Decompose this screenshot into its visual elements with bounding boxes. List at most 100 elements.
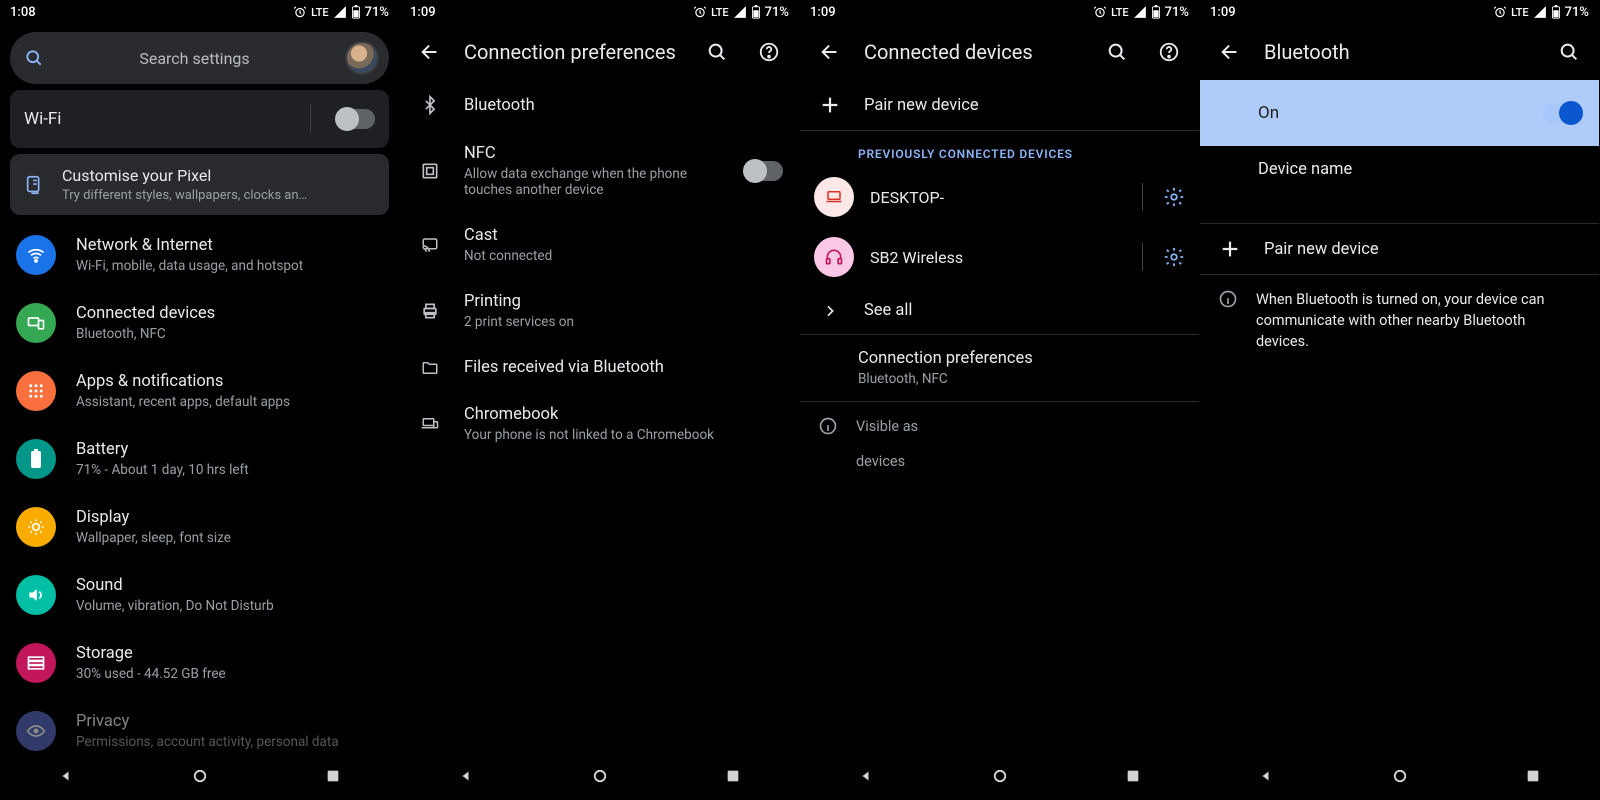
avatar[interactable] [345,41,379,75]
back-button[interactable] [812,34,848,70]
status-battery: 71% [1565,5,1589,20]
pref-nfc[interactable]: NFCAllow data exchange when the phone to… [400,130,799,212]
status-battery: 71% [365,5,389,20]
battery-icon [751,5,761,19]
help-button[interactable] [751,34,787,70]
pref-printing[interactable]: Printing2 print services on [400,278,799,344]
settings-item-apps[interactable]: Apps & notificationsAssistant, recent ap… [0,357,399,425]
status-bar: 1:09 LTE 71% [400,0,799,24]
nav-home[interactable] [580,756,620,796]
alarm-icon [693,5,707,19]
info-icon [1218,289,1238,309]
battery-icon [351,5,361,19]
device-desktop[interactable]: DESKTOP- [800,167,1199,227]
visibility-info: Visible as devices [800,402,1199,486]
customize-sub: Try different styles, wallpapers, clocks… [62,188,307,203]
signal-icon [733,5,747,19]
device-settings-button[interactable] [1163,186,1185,208]
settings-item-battery[interactable]: Battery71% - About 1 day, 10 hrs left [0,425,399,493]
status-battery: 71% [765,5,789,20]
settings-item-storage[interactable]: Storage30% used - 44.52 GB free [0,629,399,697]
nfc-toggle[interactable] [745,161,783,181]
signal-icon [1533,5,1547,19]
search-button[interactable] [1551,34,1587,70]
device-name-row[interactable]: Device name [1200,146,1599,193]
status-lte: LTE [1111,6,1129,19]
screen-settings-home: 1:08 LTE 71% Search settings Wi-Fi Custo… [0,0,400,800]
battery-icon [1551,5,1561,19]
bluetooth-master-toggle[interactable]: On [1200,80,1599,146]
apps-icon [16,371,56,411]
wifi-toggle[interactable] [337,109,375,129]
pair-new-device[interactable]: Pair new device [800,80,1199,130]
header: Bluetooth [1200,24,1599,80]
bluetooth-info: When Bluetooth is turned on, your device… [1200,275,1599,366]
back-button[interactable] [1212,34,1248,70]
search-placeholder: Search settings [56,49,333,68]
connection-preferences-link[interactable]: Connection preferencesBluetooth, NFC [800,335,1199,401]
search-button[interactable] [1099,34,1135,70]
status-lte: LTE [311,6,329,19]
nav-home[interactable] [980,756,1020,796]
device-sb2-wireless[interactable]: SB2 Wireless [800,227,1199,287]
sound-icon [16,575,56,615]
back-button[interactable] [412,34,448,70]
status-lte: LTE [711,6,729,19]
alarm-icon [293,5,307,19]
search-button[interactable] [699,34,735,70]
status-time: 1:09 [410,5,436,20]
search-icon [24,48,44,68]
info-icon [818,416,838,436]
cast-icon [416,236,444,254]
device-settings-button[interactable] [1163,246,1185,268]
nfc-icon [416,161,444,181]
nav-back[interactable] [847,756,887,796]
settings-item-network[interactable]: Network & InternetWi-Fi, mobile, data us… [0,221,399,289]
status-battery: 71% [1165,5,1189,20]
settings-item-connected-devices[interactable]: Connected devicesBluetooth, NFC [0,289,399,357]
section-previously-connected: PREVIOUSLY CONNECTED DEVICES [800,131,1199,167]
battery-large-icon [16,439,56,479]
alarm-icon [1493,5,1507,19]
nav-back[interactable] [447,756,487,796]
pref-bluetooth[interactable]: Bluetooth [400,80,799,130]
nav-home[interactable] [180,756,220,796]
see-all-devices[interactable]: See all [800,287,1199,334]
status-time: 1:09 [1210,5,1236,20]
search-settings[interactable]: Search settings [10,32,389,84]
help-button[interactable] [1151,34,1187,70]
printer-icon [416,301,444,321]
status-icons: LTE 71% [293,5,389,20]
bluetooth-toggle[interactable] [1543,103,1581,123]
status-time: 1:08 [10,5,36,20]
status-lte: LTE [1511,6,1529,19]
nav-recent[interactable] [713,756,753,796]
nav-back[interactable] [1247,756,1287,796]
signal-icon [1133,5,1147,19]
pair-new-device[interactable]: Pair new device [1200,224,1599,274]
nav-recent[interactable] [1513,756,1553,796]
page-title: Connected devices [864,40,1083,64]
pref-cast[interactable]: CastNot connected [400,212,799,278]
status-time: 1:09 [810,5,836,20]
settings-item-sound[interactable]: SoundVolume, vibration, Do Not Disturb [0,561,399,629]
screen-connection-preferences: 1:09 LTE 71% Connection preferences Blue… [400,0,800,800]
status-bar: 1:08 LTE 71% [0,0,399,24]
nav-home[interactable] [1380,756,1420,796]
nav-recent[interactable] [313,756,353,796]
storage-icon [16,643,56,683]
pref-files-bluetooth[interactable]: Files received via Bluetooth [400,344,799,391]
divider [310,104,311,134]
nav-recent[interactable] [1113,756,1153,796]
header: Connection preferences [400,24,799,80]
devices-icon [16,303,56,343]
pref-chromebook[interactable]: ChromebookYour phone is not linked to a … [400,391,799,457]
chromebook-icon [416,415,444,433]
nav-back[interactable] [47,756,87,796]
customize-pixel-tile[interactable]: Customise your Pixel Try different style… [10,154,389,215]
wifi-quick-toggle[interactable]: Wi-Fi [10,90,389,148]
settings-item-display[interactable]: DisplayWallpaper, sleep, font size [0,493,399,561]
folder-icon [416,359,444,377]
alarm-icon [1093,5,1107,19]
signal-icon [333,5,347,19]
